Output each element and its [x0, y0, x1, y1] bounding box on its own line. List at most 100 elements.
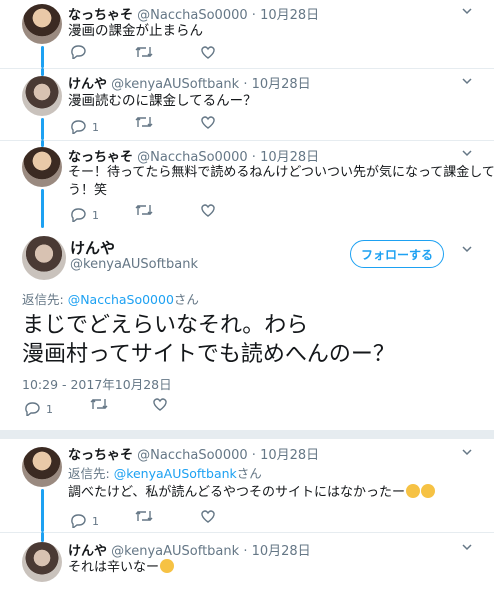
display-name[interactable]: けんや — [68, 544, 107, 559]
display-name[interactable]: けんや — [70, 237, 115, 258]
like-icon — [153, 398, 167, 411]
tweet-date[interactable]: 10月28日 — [260, 8, 319, 23]
section-gap — [0, 430, 494, 439]
like-icon — [201, 116, 215, 129]
like-button[interactable] — [200, 45, 222, 59]
reply-count: 1 — [92, 209, 99, 222]
tweet-text-line: まじでどえらいなそれ。わら — [22, 313, 309, 338]
avatar[interactable] — [22, 4, 62, 44]
tweet-header: けんや @kenyaAUSoftbank · 10月28日 — [68, 540, 311, 559]
reply-button[interactable]: 1 — [24, 397, 53, 416]
chevron-down-icon[interactable] — [462, 148, 472, 158]
avatar[interactable] — [22, 236, 66, 280]
reply-tweet-2[interactable]: けんや @kenyaAUSoftbank · 10月28日 それは辛いなー — [0, 532, 494, 602]
tweet-text: 調べたけど、私が読んどるやつそのサイトにはなかったー — [68, 484, 468, 502]
tweet-header: なっちゃそ @NacchaSo0000 · 10月28日 — [68, 146, 319, 165]
chevron-down-icon[interactable] — [462, 447, 472, 457]
reply-count: 1 — [92, 515, 99, 528]
reply-count: 1 — [46, 403, 53, 416]
retweet-icon — [90, 399, 108, 409]
reply-icon — [71, 45, 86, 59]
tweet-text: そー！待ってたら無料で読めるねんけどついつい先が気になって課金してま う！笑 — [68, 164, 494, 200]
tired-face-emoji-icon — [420, 484, 435, 498]
like-button[interactable] — [200, 115, 222, 129]
tweet-text-line: そー！待ってたら無料で読めるねんけどついつい先が気になって課金してま — [68, 165, 494, 180]
retweet-icon — [135, 47, 153, 57]
tweet-date[interactable]: 10月28日 — [252, 77, 311, 92]
reply-count: 1 — [92, 121, 99, 134]
tweet-text-content: 調べたけど、私が読んどるやつそのサイトにはなかったー — [68, 485, 405, 500]
reply-user-link[interactable]: @kenyaAUSoftbank — [114, 466, 237, 481]
chevron-down-icon[interactable] — [462, 76, 472, 86]
handle[interactable]: @NacchaSo0000 — [137, 8, 247, 23]
tweet-timestamp[interactable]: 10:29 - 2017年10月28日 — [22, 374, 172, 393]
like-icon — [201, 204, 215, 217]
tweet-actions: 1 — [70, 203, 270, 223]
reply-icon — [71, 120, 86, 134]
tweet-actions — [70, 45, 270, 65]
retweet-button[interactable] — [90, 397, 114, 411]
reply-button[interactable] — [70, 45, 92, 59]
handle[interactable]: @NacchaSo0000 — [137, 448, 247, 463]
tweet-date[interactable]: 10月28日 — [260, 448, 319, 463]
tweet-header: けんや @kenyaAUSoftbank · 10月28日 — [68, 73, 311, 92]
separator: · — [251, 448, 256, 463]
reply-tweet-1[interactable]: なっちゃそ @NacchaSo0000 · 10月28日 返信先: @kenya… — [0, 439, 494, 532]
chevron-down-icon[interactable] — [462, 542, 472, 552]
reply-icon — [25, 402, 40, 416]
thread-line — [41, 140, 44, 147]
retweet-icon — [135, 205, 153, 215]
reply-button[interactable]: 1 — [70, 115, 99, 134]
reply-user-link[interactable]: @NacchaSo0000 — [68, 292, 174, 307]
retweet-button[interactable] — [135, 115, 159, 129]
avatar[interactable] — [22, 542, 62, 582]
avatar[interactable] — [22, 447, 62, 487]
handle[interactable]: @NacchaSo0000 — [137, 150, 247, 165]
tweet-3[interactable]: なっちゃそ @NacchaSo0000 · 10月28日 そー！待ってたら無料で… — [0, 140, 494, 228]
chevron-down-icon[interactable] — [462, 6, 472, 16]
separator: · — [243, 77, 248, 92]
like-icon — [201, 46, 215, 59]
reply-button[interactable]: 1 — [70, 509, 99, 528]
tweet-header: なっちゃそ @NacchaSo0000 · 10月28日 — [68, 4, 319, 23]
reply-icon — [71, 208, 86, 222]
retweet-icon — [135, 511, 153, 521]
reply-icon — [71, 514, 86, 528]
tweet-actions: 1 — [70, 509, 270, 529]
tweet-date[interactable]: 10月28日 — [260, 150, 319, 165]
tweet-text: 漫画の課金が止まらん — [68, 23, 203, 39]
retweet-button[interactable] — [135, 509, 159, 523]
tweet-date[interactable]: 10月28日 — [252, 544, 311, 559]
separator: · — [251, 8, 256, 23]
display-name[interactable]: なっちゃそ — [68, 8, 133, 23]
reply-context: 返信先: @kenyaAUSoftbankさん — [68, 463, 262, 482]
reply-context: 返信先: @NacchaSo0000さん — [22, 289, 199, 308]
avatar[interactable] — [22, 147, 62, 187]
thread-line — [41, 532, 44, 542]
like-button[interactable] — [200, 509, 222, 523]
retweet-icon — [135, 117, 153, 127]
like-button[interactable] — [200, 203, 222, 217]
tweet-text-line: 漫画村ってサイトでも読めへんのー？ — [22, 342, 395, 367]
handle[interactable]: @kenyaAUSoftbank — [70, 257, 198, 272]
handle[interactable]: @kenyaAUSoftbank — [111, 77, 239, 92]
like-button[interactable] — [152, 397, 174, 411]
tweet-text: 漫画読むのに課金してるんー？ — [68, 93, 257, 109]
tweet-1[interactable]: なっちゃそ @NacchaSo0000 · 10月28日 漫画の課金が止まらん — [0, 0, 494, 68]
reply-suffix: さん — [236, 466, 262, 481]
reply-prefix: 返信先: — [68, 466, 114, 481]
chevron-down-icon[interactable] — [462, 244, 472, 254]
tweet-header: なっちゃそ @NacchaSo0000 · 10月28日 — [68, 444, 319, 463]
retweet-button[interactable] — [135, 45, 159, 59]
tweet-2[interactable]: けんや @kenyaAUSoftbank · 10月28日 漫画読むのに課金して… — [0, 68, 494, 140]
display-name[interactable]: なっちゃそ — [68, 448, 133, 463]
thread-line — [41, 489, 44, 532]
follow-button[interactable]: フォローする — [350, 240, 444, 268]
reply-button[interactable]: 1 — [70, 203, 99, 222]
avatar[interactable] — [22, 76, 62, 116]
retweet-button[interactable] — [135, 203, 159, 217]
display-name[interactable]: けんや — [68, 77, 107, 92]
display-name[interactable]: なっちゃそ — [68, 150, 133, 165]
tweet-actions: 1 — [24, 397, 224, 417]
handle[interactable]: @kenyaAUSoftbank — [111, 544, 239, 559]
